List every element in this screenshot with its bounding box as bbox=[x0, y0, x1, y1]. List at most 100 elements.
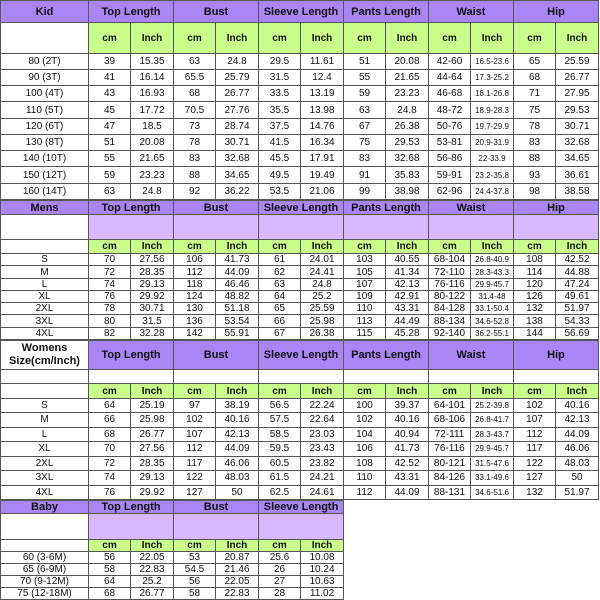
size-value: 55 bbox=[88, 150, 131, 168]
unit-inch: Inch bbox=[300, 22, 344, 54]
size-value: 58 bbox=[88, 563, 131, 576]
size-value: 26.38 bbox=[300, 326, 344, 341]
unit-inch: Inch bbox=[470, 238, 514, 255]
size-value: 29.53 bbox=[555, 101, 599, 119]
size-value: 50 bbox=[555, 470, 599, 486]
size-label: XL bbox=[0, 289, 89, 304]
unit-cm: cm bbox=[88, 383, 131, 399]
womens-title: Womens Size(cm/Inch) bbox=[0, 340, 89, 370]
size-label: 65 (6-9M) bbox=[0, 563, 89, 576]
size-value: 78 bbox=[88, 302, 131, 316]
size-value: 38.19 bbox=[215, 397, 259, 414]
size-label: L bbox=[0, 426, 89, 443]
size-label: 70 (9-12M) bbox=[0, 575, 89, 588]
size-value: 32.68 bbox=[215, 150, 259, 168]
kid-size-row: 80 (2T) 39 15.35 63 24.8 29.5 11.61 51 20.08 42-6… bbox=[0, 52, 599, 71]
size-value: 51 bbox=[88, 133, 131, 152]
unit-inch: Inch bbox=[300, 539, 345, 552]
size-value: 13.19 bbox=[300, 85, 344, 103]
size-value: 27.56 bbox=[130, 441, 174, 457]
unit-cm: cm bbox=[173, 539, 216, 552]
size-value: 117 bbox=[513, 441, 556, 457]
size-value: 67 bbox=[258, 326, 301, 341]
size-value: 22.83 bbox=[214, 587, 260, 600]
size-value: 38.98 bbox=[385, 182, 429, 201]
size-value: 107 bbox=[513, 412, 556, 428]
size-value: 28.74 bbox=[215, 117, 259, 135]
size-value: 22.05 bbox=[214, 575, 260, 588]
size-value: 36.22 bbox=[215, 182, 259, 201]
size-value: 55.91 bbox=[215, 326, 259, 341]
size-label: 120 (6T) bbox=[0, 117, 89, 135]
size-value: 112 bbox=[173, 265, 216, 279]
size-value: 41.5 bbox=[258, 133, 301, 152]
size-value: 68-106 bbox=[428, 412, 471, 428]
size-value: 10.08 bbox=[300, 551, 345, 564]
size-value: 10.63 bbox=[300, 575, 345, 588]
baby-size-row: 60 (3-6M) 56 22.05 53 20.87 25.6 10.08 bbox=[0, 551, 345, 564]
size-value: 38.58 bbox=[555, 182, 599, 201]
size-value: 26 bbox=[258, 563, 302, 576]
size-value: 50 bbox=[215, 484, 259, 501]
unit-cm: cm bbox=[258, 238, 301, 255]
size-label: 80 (2T) bbox=[0, 52, 89, 71]
size-value: 23.03 bbox=[300, 426, 344, 443]
size-value: 76-116 bbox=[428, 277, 471, 291]
size-value: 23.82 bbox=[300, 455, 344, 472]
size-value: 74 bbox=[88, 470, 131, 486]
womens-size-row: M 66 25.98 102 40.16 57.5 22.64 102 40.16 68-106 2… bbox=[0, 412, 599, 428]
unit-cm: cm bbox=[88, 539, 131, 552]
size-value: 75 bbox=[513, 101, 556, 119]
size-label: 60 (3-6M) bbox=[0, 551, 89, 564]
size-value: 44.09 bbox=[215, 265, 259, 279]
size-value: 115 bbox=[343, 326, 386, 341]
size-value: 57.5 bbox=[258, 412, 301, 428]
size-value: 82 bbox=[88, 326, 131, 341]
size-value: 107 bbox=[173, 426, 216, 443]
size-value: 20.08 bbox=[385, 52, 429, 71]
blank-cell bbox=[0, 22, 89, 54]
size-value: 106 bbox=[173, 253, 216, 267]
size-value: 25.59 bbox=[555, 52, 599, 71]
unit-inch: Inch bbox=[555, 383, 599, 399]
kid-size-row: 130 (8T) 51 20.08 78 30.71 41.5 16.34 75 29.53 53… bbox=[0, 133, 599, 152]
size-value: 39.37 bbox=[385, 397, 429, 414]
blank-cell bbox=[172, 513, 260, 540]
unit-inch: Inch bbox=[215, 383, 259, 399]
size-label: 2XL bbox=[0, 302, 89, 316]
size-value: 114 bbox=[513, 265, 556, 279]
size-value: 67 bbox=[343, 117, 386, 135]
size-value: 51.97 bbox=[555, 484, 599, 501]
header-hip: Hip bbox=[513, 0, 599, 24]
size-value: 29.13 bbox=[130, 277, 174, 291]
size-value: 26.8-41.7 bbox=[470, 412, 514, 428]
size-value: 110 bbox=[343, 302, 386, 316]
unit-inch: Inch bbox=[300, 238, 344, 255]
size-value: 64 bbox=[88, 575, 131, 588]
size-value: 16.34 bbox=[300, 133, 344, 152]
size-value: 78 bbox=[173, 133, 216, 152]
size-value: 88-131 bbox=[428, 484, 471, 501]
size-value: 29.53 bbox=[385, 133, 429, 152]
size-value: 31.4-48 bbox=[470, 289, 514, 304]
size-value: 102 bbox=[513, 397, 556, 414]
size-value: 72 bbox=[88, 265, 131, 279]
size-value: 68-104 bbox=[428, 253, 471, 267]
size-value: 112 bbox=[513, 426, 556, 443]
size-value: 25.2 bbox=[130, 575, 174, 588]
size-value: 59-91 bbox=[428, 166, 471, 184]
unit-inch: Inch bbox=[300, 383, 344, 399]
size-value: 53.54 bbox=[215, 314, 259, 328]
size-value: 51 bbox=[343, 52, 386, 71]
size-value: 23.2-35.8 bbox=[470, 166, 514, 184]
size-value: 27 bbox=[258, 575, 302, 588]
size-value: 122 bbox=[513, 455, 556, 472]
kid-size-row: 100 (4T) 43 16.93 68 26.77 33.5 13.19 59 23.23 46… bbox=[0, 85, 599, 103]
size-value: 29.92 bbox=[130, 484, 174, 501]
unit-cm: cm bbox=[343, 22, 386, 54]
size-value: 21.65 bbox=[385, 69, 429, 87]
size-value: 53.5 bbox=[258, 182, 301, 201]
size-value: 54.5 bbox=[173, 563, 216, 576]
unit-cm: cm bbox=[513, 238, 556, 255]
size-label: 3XL bbox=[0, 470, 89, 486]
